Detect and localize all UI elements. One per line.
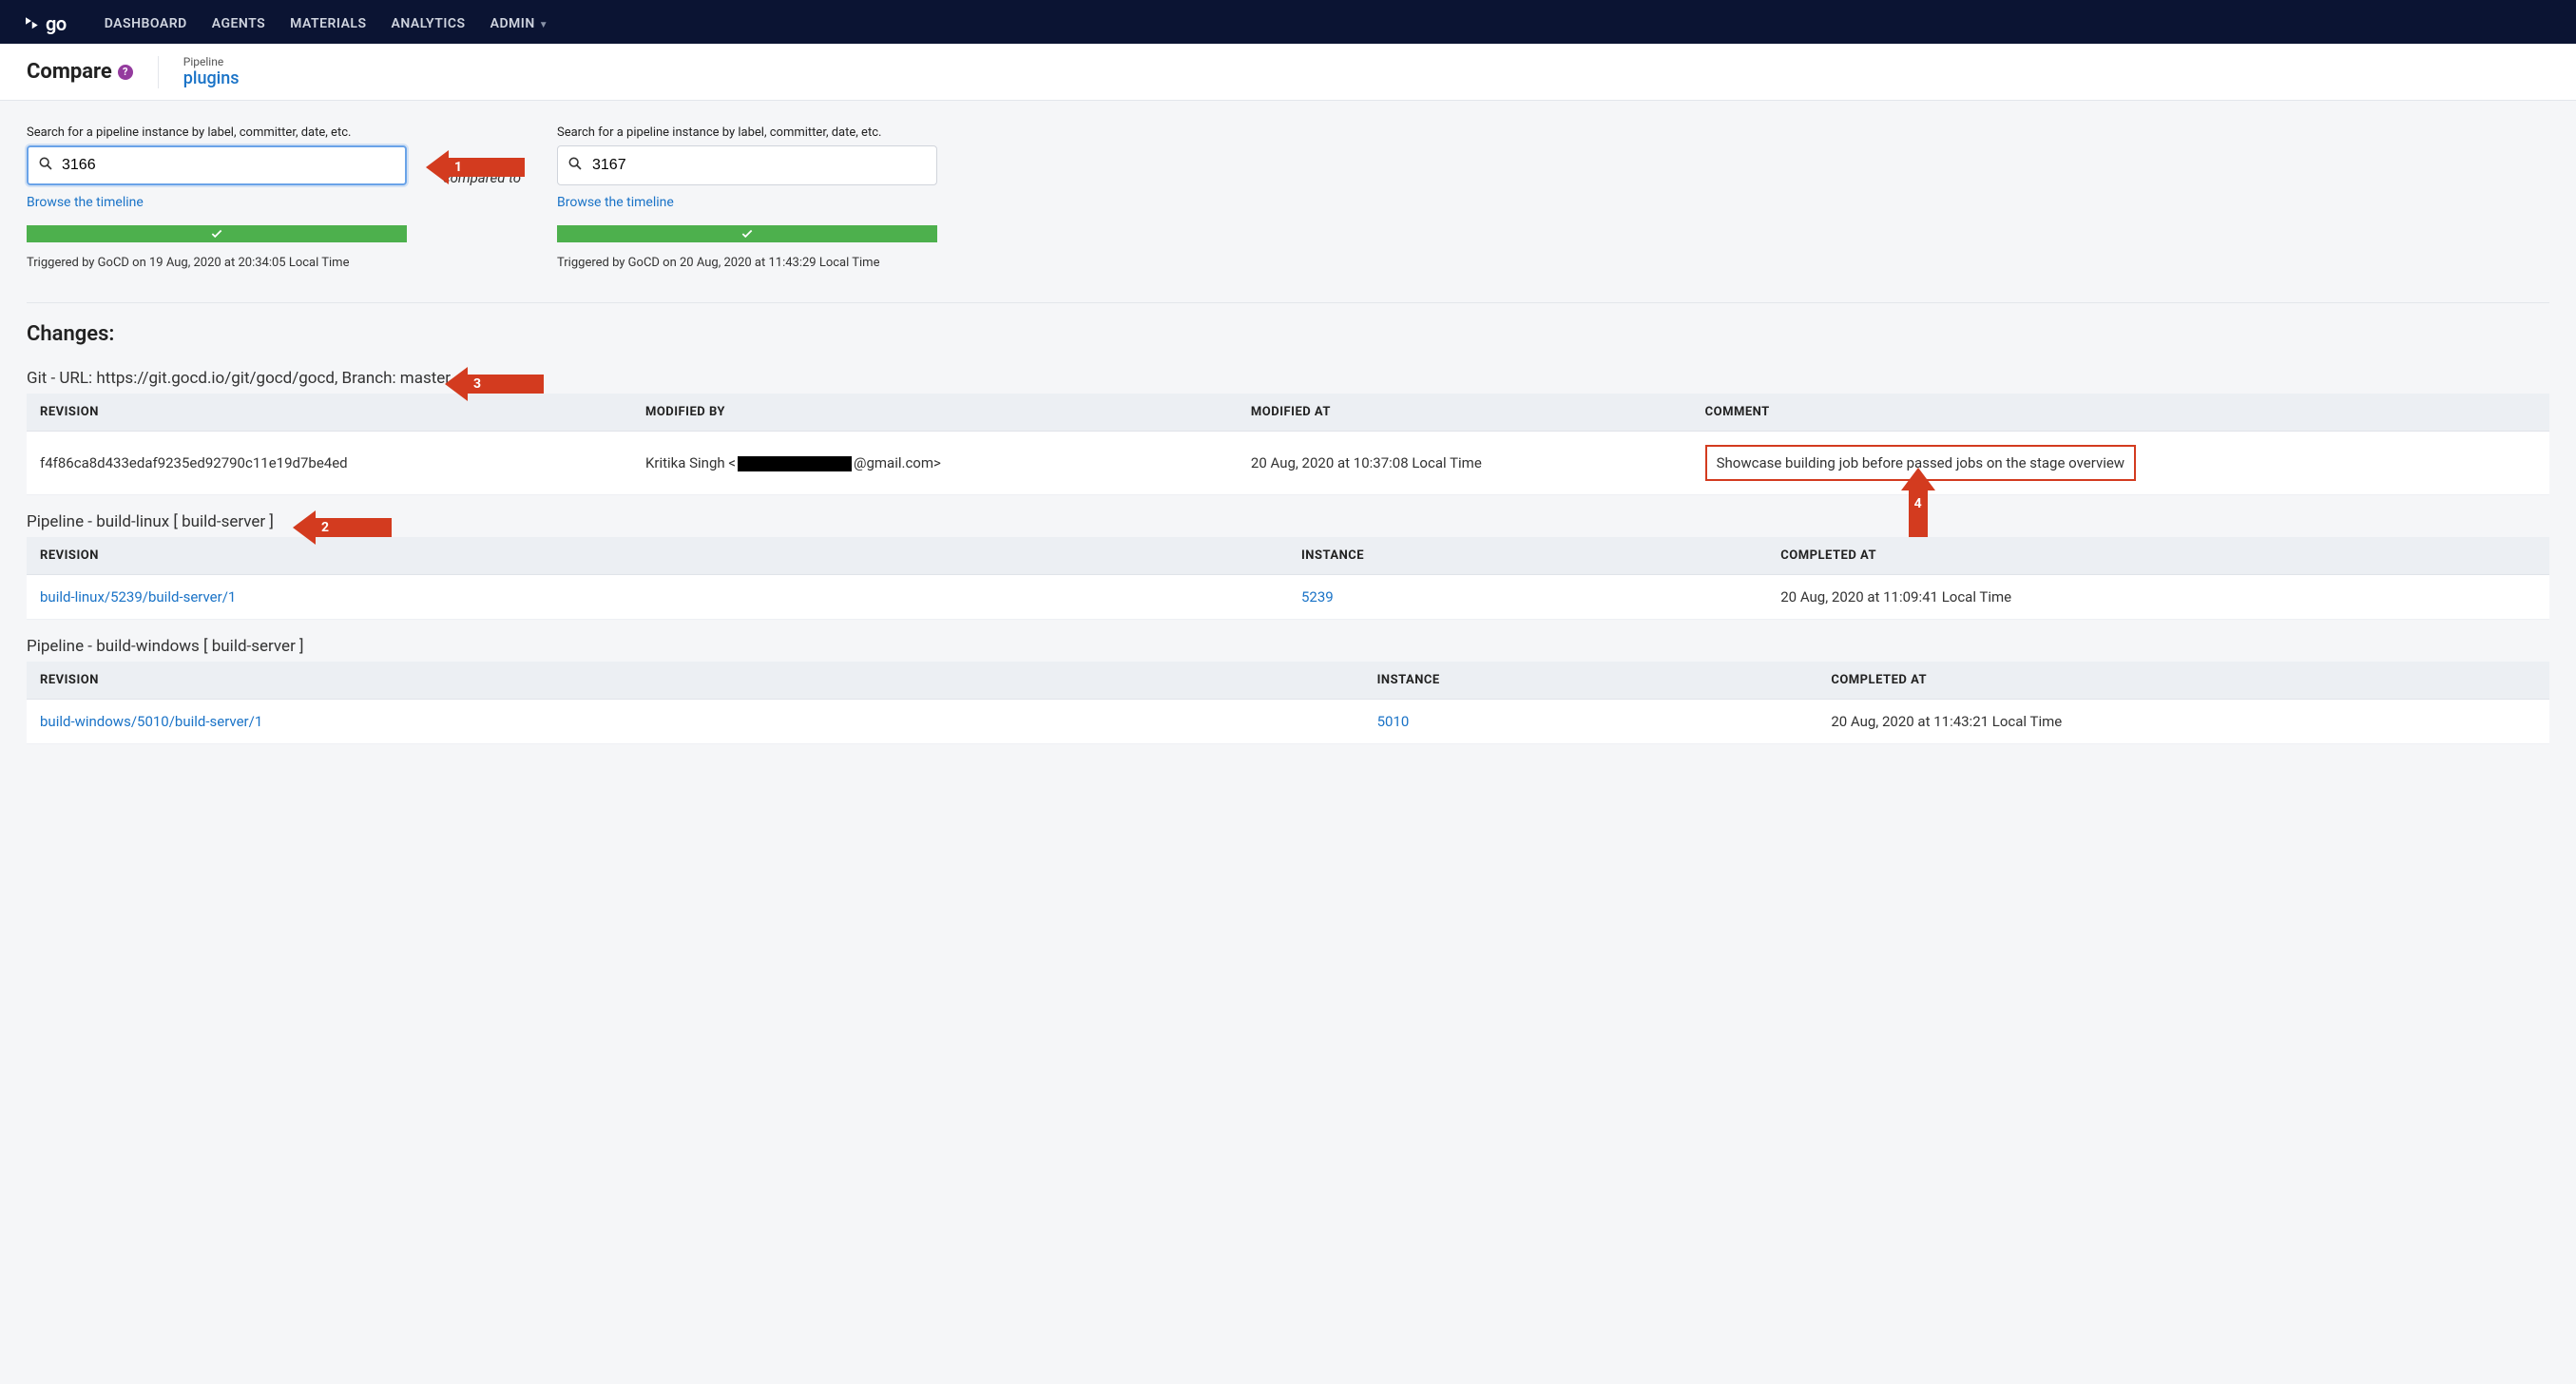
col-revision: REVISION (27, 394, 632, 432)
compared-to-label: compared to (430, 125, 534, 186)
help-icon[interactable]: ? (118, 65, 133, 80)
check-icon (740, 227, 754, 240)
comment-text: Showcase building job before passed jobs… (1717, 454, 2124, 471)
col-completed-at: COMPLETED AT (1817, 662, 2549, 700)
table-row: f4f86ca8d433edaf9235ed92790c11e19d7be4ed… (27, 432, 2549, 495)
browse-timeline-from[interactable]: Browse the timeline (27, 195, 144, 210)
search-icon (567, 156, 583, 175)
play-icon (23, 15, 40, 32)
instance-link[interactable]: 5010 (1377, 713, 1410, 730)
col-instance: INSTANCE (1364, 662, 1818, 700)
nav-admin-label: ADMIN (490, 16, 535, 31)
cell-revision: f4f86ca8d433edaf9235ed92790c11e19d7be4ed (27, 432, 632, 495)
page-title: Compare ? (27, 60, 133, 84)
search-label-to: Search for a pipeline instance by label,… (557, 125, 937, 140)
compare-row: Search for a pipeline instance by label,… (27, 125, 2549, 270)
cell-completed-at: 20 Aug, 2020 at 11:43:21 Local Time (1817, 700, 2549, 744)
annotation-number-4: 4 (1914, 496, 1922, 511)
brand-text: go (46, 12, 67, 35)
col-instance: INSTANCE (1288, 537, 1767, 575)
check-icon (210, 227, 223, 240)
comment-highlight: Showcase building job before passed jobs… (1705, 445, 2136, 481)
revision-link[interactable]: build-linux/5239/build-server/1 (40, 588, 236, 606)
cell-comment: Showcase building job before passed jobs… (1692, 432, 2549, 495)
section-separator (27, 302, 2549, 303)
to-instance-input[interactable] (592, 157, 927, 174)
content: Search for a pipeline instance by label,… (0, 101, 2576, 769)
col-completed-at: COMPLETED AT (1767, 537, 2549, 575)
redacted-email (738, 456, 852, 471)
from-instance-column: Search for a pipeline instance by label,… (27, 125, 407, 270)
brand-logo[interactable]: go (23, 12, 67, 35)
divider (158, 56, 159, 88)
search-box-from[interactable] (27, 145, 407, 185)
pipeline-material-section-2: Pipeline - build-windows [ build-server … (27, 637, 2549, 744)
table-row: build-windows/5010/build-server/1 5010 2… (27, 700, 2549, 744)
cell-modified-at: 20 Aug, 2020 at 10:37:08 Local Time (1238, 432, 1692, 495)
cell-modified-by: Kritika Singh < @gmail.com> (632, 432, 1238, 495)
col-modified-at: MODIFIED AT (1238, 394, 1692, 432)
nav-admin[interactable]: ADMIN ▼ (490, 16, 549, 31)
col-revision: REVISION (27, 537, 1288, 575)
col-revision: REVISION (27, 662, 1364, 700)
from-instance-input[interactable] (62, 157, 395, 174)
col-modified-by: MODIFIED BY (632, 394, 1238, 432)
trigger-text-to: Triggered by GoCD on 20 Aug, 2020 at 11:… (557, 256, 937, 270)
chevron-down-icon: ▼ (539, 20, 548, 30)
browse-timeline-to[interactable]: Browse the timeline (557, 195, 674, 210)
changes-heading: Changes: (27, 322, 2549, 346)
pipeline-material-section-1: Pipeline - build-linux [ build-server ] … (27, 512, 2549, 620)
nav-links: DASHBOARD AGENTS MATERIALS ANALYTICS ADM… (105, 16, 548, 31)
git-material-title: Git - URL: https://git.gocd.io/git/gocd/… (27, 369, 2549, 388)
cell-completed-at: 20 Aug, 2020 at 11:09:41 Local Time (1767, 575, 2549, 620)
to-instance-column: Search for a pipeline instance by label,… (557, 125, 937, 270)
col-comment: COMMENT (1692, 394, 2549, 432)
pipeline-material-title-2: Pipeline - build-windows [ build-server … (27, 637, 2549, 656)
pipeline-block: Pipeline plugins (183, 55, 240, 88)
search-label-from: Search for a pipeline instance by label,… (27, 125, 407, 140)
nav-dashboard[interactable]: DASHBOARD (105, 16, 187, 31)
pipeline-material-title-1: Pipeline - build-linux [ build-server ] (27, 512, 2549, 531)
modified-by-prefix: Kritika Singh < (645, 454, 736, 471)
page-title-text: Compare (27, 60, 112, 84)
instance-link[interactable]: 5239 (1301, 588, 1334, 606)
stage-bar-from[interactable] (27, 225, 407, 242)
nav-analytics[interactable]: ANALYTICS (392, 16, 466, 31)
git-material-section: Git - URL: https://git.gocd.io/git/gocd/… (27, 369, 2549, 495)
compared-to-text: compared to (443, 169, 521, 186)
nav-agents[interactable]: AGENTS (212, 16, 265, 31)
nav-materials[interactable]: MATERIALS (290, 16, 366, 31)
search-icon (38, 156, 53, 175)
revision-link[interactable]: build-windows/5010/build-server/1 (40, 713, 262, 730)
table-row: build-linux/5239/build-server/1 5239 20 … (27, 575, 2549, 620)
trigger-text-from: Triggered by GoCD on 19 Aug, 2020 at 20:… (27, 256, 407, 270)
pipeline-label: Pipeline (183, 55, 240, 68)
stage-bar-to[interactable] (557, 225, 937, 242)
pipeline-changes-table-2: REVISION INSTANCE COMPLETED AT build-win… (27, 662, 2549, 744)
top-nav: go DASHBOARD AGENTS MATERIALS ANALYTICS … (0, 0, 2576, 44)
sub-header: Compare ? Pipeline plugins (0, 44, 2576, 101)
git-changes-table: REVISION MODIFIED BY MODIFIED AT COMMENT… (27, 394, 2549, 495)
modified-by-suffix: @gmail.com> (854, 454, 941, 471)
search-box-to[interactable] (557, 145, 937, 185)
pipeline-changes-table-1: REVISION INSTANCE COMPLETED AT build-lin… (27, 537, 2549, 620)
pipeline-name-link[interactable]: plugins (183, 68, 240, 88)
